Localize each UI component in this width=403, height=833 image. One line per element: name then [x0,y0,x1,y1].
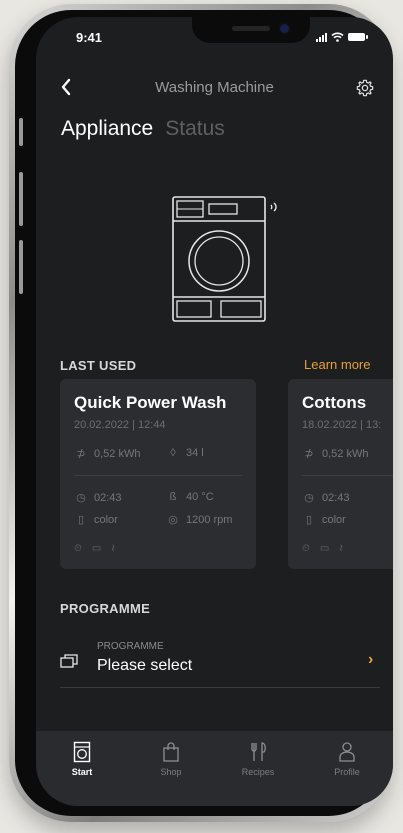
fabric-stat: ▯ color [302,513,346,527]
speaker [232,26,270,31]
tab-start[interactable]: Start [47,741,117,777]
status-time: 9:41 [76,30,103,45]
thermometer-icon: ß [169,491,177,503]
programme-select-row[interactable]: PROGRAMME Please select › [60,637,380,687]
app-screen: 9:41 Washing Machine Appliance Status LA… [36,17,393,806]
card-date: 18.02.2022 | 13: [302,419,382,431]
card-title: Cottons [302,393,367,412]
programme-card-cottons[interactable]: Cottons 18.02.2022 | 13: ⊅ 0,52 kWh ◷ 02… [288,379,393,569]
option-icons: ⏲ ▭ ≀ [74,543,115,554]
fabric-value: color [94,513,118,526]
mute-switch [19,118,23,146]
status-icons [316,32,368,42]
water-stat: ◊ 34 l [166,447,204,459]
chevron-right-icon: › [368,651,374,668]
basin-icon: ▭ [319,543,330,554]
tab-profile[interactable]: Profile [312,741,382,777]
programme-value: Please select [97,657,193,674]
fabric-value: color [322,513,346,526]
steam-icon: ≀ [111,543,116,554]
top-navbar: Washing Machine [36,73,393,103]
tab-status[interactable]: Status [165,117,225,141]
energy-icon: ⊅ [304,448,314,460]
timer-icon: ⏲ [74,543,82,554]
clock-icon: ◷ [76,492,86,504]
water-value: 34 l [186,447,204,459]
energy-stat: ⊅ 0,52 kWh [74,447,141,461]
duration-stat: ◷ 02:43 [302,491,350,505]
tab-recipes[interactable]: Recipes [223,741,293,777]
programme-list-icon [60,654,78,668]
shopping-bag-icon [163,742,179,762]
energy-value: 0,52 kWh [322,447,369,460]
programme-card-quick-power-wash[interactable]: Quick Power Wash 20.02.2022 | 12:44 ⊅ 0,… [60,379,256,569]
tab-start-label: Start [71,767,93,777]
duration-value: 02:43 [94,491,122,504]
energy-value: 0,52 kWh [94,447,141,460]
page-title: Washing Machine [155,79,274,96]
spin-icon: ◎ [168,514,178,526]
volume-down-button [19,240,23,294]
programme-label: PROGRAMME [97,641,164,652]
gear-icon[interactable] [355,78,375,98]
steam-icon: ≀ [339,543,344,554]
clock-icon: ◷ [304,492,314,504]
programme-heading: PROGRAMME [60,601,151,616]
basin-icon: ▭ [91,543,102,554]
water-drop-icon: ◊ [170,447,176,459]
card-divider [74,475,242,476]
battery-icon [348,33,368,41]
option-icons: ⏲ ▭ ≀ [302,543,343,554]
temperature-stat: ß 40 °C [166,491,214,503]
notch [192,17,310,43]
shirt-icon: ▯ [77,514,85,526]
tab-profile-label: Profile [334,767,360,777]
tab-recipes-label: Recipes [241,767,275,777]
timer-icon: ⏲ [302,543,310,554]
cutlery-icon [251,742,266,761]
card-title: Quick Power Wash [74,393,227,412]
fabric-stat: ▯ color [74,513,118,527]
shirt-icon: ▯ [305,514,313,526]
card-divider [302,475,393,476]
duration-stat: ◷ 02:43 [74,491,122,505]
spin-stat: ◎ 1200 rpm [166,513,233,527]
energy-stat: ⊅ 0,52 kWh [302,447,369,461]
front-camera [280,24,289,33]
learn-more-link[interactable]: Learn more [304,357,370,372]
wifi-icon [331,32,344,42]
duration-value: 02:43 [322,491,350,504]
washing-machine-icon [73,741,91,763]
person-icon [339,742,355,762]
card-date: 20.02.2022 | 12:44 [74,419,166,431]
programme-divider [60,687,380,688]
volume-up-button [19,172,23,226]
tab-shop[interactable]: Shop [136,741,206,777]
tab-bar: Appliance Status [61,117,225,141]
energy-icon: ⊅ [76,448,86,460]
tab-appliance[interactable]: Appliance [61,117,153,141]
last-used-heading: LAST USED [60,358,137,373]
bottom-tab-bar: Start Shop Recipes Profile [36,731,393,806]
spin-value: 1200 rpm [186,513,233,526]
washing-machine-illustration [172,196,277,322]
signal-icon [316,32,327,42]
temperature-value: 40 °C [186,491,214,503]
tab-shop-label: Shop [160,767,182,777]
